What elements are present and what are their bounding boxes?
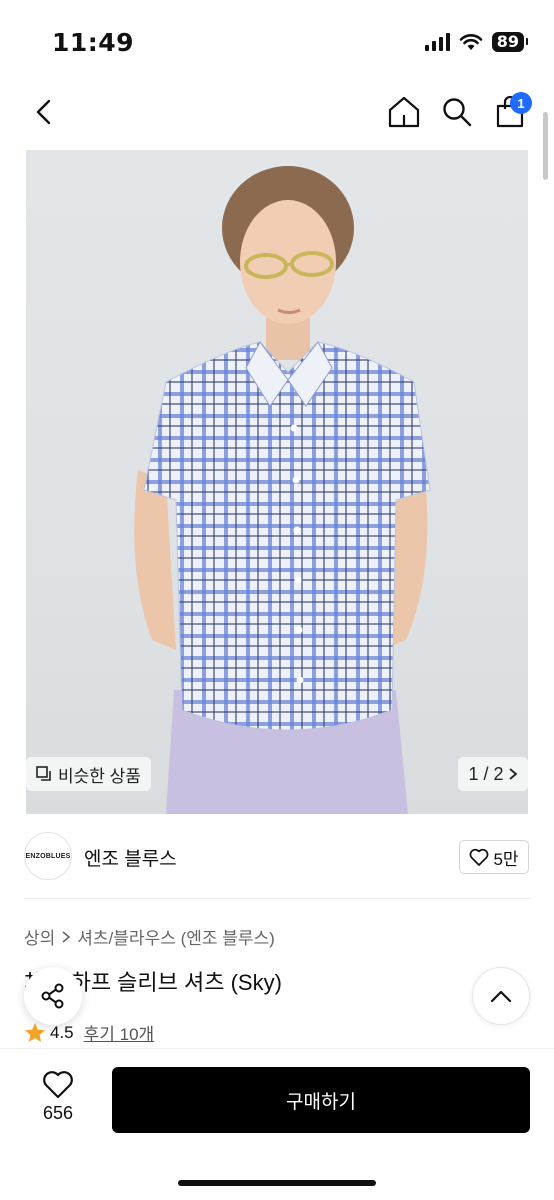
brand-logo[interactable]: ENZOBLUES	[24, 832, 72, 880]
home-button[interactable]	[384, 88, 424, 136]
similar-products-label: 비슷한 상품	[58, 766, 141, 786]
home-icon	[388, 96, 420, 128]
status-bar: 11:49 89	[0, 0, 554, 88]
brand-name[interactable]: 엔조 블루스	[84, 844, 177, 871]
star-icon	[25, 1022, 45, 1042]
status-time: 11:49	[52, 28, 135, 57]
brand-row[interactable]: ENZOBLUES 엔조 블루스 5만	[0, 830, 554, 882]
cart-button[interactable]: 1	[490, 88, 532, 136]
bottom-bar: 656 구매하기	[0, 1048, 554, 1200]
divider	[24, 898, 530, 899]
chevron-up-icon	[490, 990, 512, 1003]
breadcrumb-category[interactable]: 상의	[24, 924, 55, 949]
cart-badge: 1	[510, 92, 532, 114]
product-photo	[134, 166, 431, 814]
search-button[interactable]	[437, 88, 477, 136]
scrollbar[interactable]	[543, 112, 548, 180]
page-indicator-text: 1 / 2	[468, 763, 504, 784]
review-link[interactable]: 후기 10개	[84, 1020, 155, 1045]
product-image[interactable]	[26, 150, 528, 814]
copy-icon	[36, 766, 51, 781]
similar-products-button[interactable]: 비슷한 상품	[26, 757, 151, 791]
scroll-top-button[interactable]	[472, 967, 530, 1025]
back-button[interactable]	[26, 88, 62, 136]
nav-bar: 1	[0, 88, 554, 140]
signal-icon	[424, 33, 450, 51]
image-page-indicator[interactable]: 1 / 2	[458, 757, 528, 791]
breadcrumb-subcategory[interactable]: 셔츠/블라우스 (엔조 블루스)	[77, 924, 275, 949]
home-indicator	[178, 1180, 376, 1186]
rating-value: 4.5	[50, 1022, 74, 1042]
rating-row: 4.5 후기 10개	[24, 1020, 154, 1045]
status-icons: 89	[424, 32, 529, 52]
chevron-right-icon	[508, 768, 517, 780]
back-icon	[36, 99, 51, 125]
search-icon	[443, 98, 472, 127]
heart-icon	[470, 848, 489, 866]
wifi-icon	[459, 34, 483, 50]
brand-like-button[interactable]: 5만	[459, 840, 529, 874]
breadcrumb: 상의 셔츠/블라우스 (엔조 블루스)	[24, 924, 275, 949]
heart-icon	[43, 1071, 73, 1099]
chevron-right-icon	[62, 930, 71, 943]
buy-button[interactable]: 구매하기	[112, 1067, 530, 1133]
brand-like-count: 5만	[493, 849, 519, 869]
share-icon	[41, 983, 64, 1009]
battery-icon: 89	[491, 32, 529, 52]
wish-count: 656	[42, 1103, 74, 1123]
share-button[interactable]	[24, 967, 82, 1025]
wish-button[interactable]: 656	[22, 1069, 94, 1133]
